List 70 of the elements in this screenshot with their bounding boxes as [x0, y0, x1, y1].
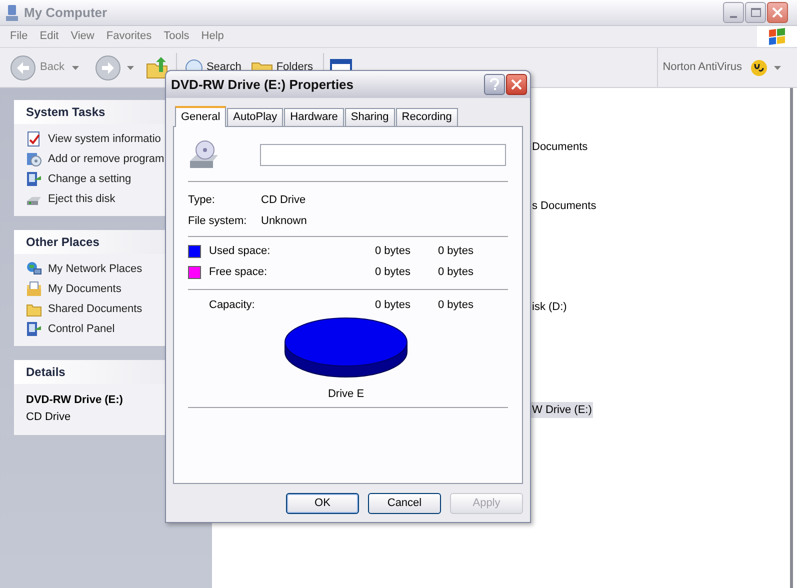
dialog-button[interactable]: OK: [286, 493, 359, 514]
menu-item[interactable]: Favorites: [100, 28, 158, 45]
capacity-label: Capacity:: [209, 298, 256, 313]
dialog-tab[interactable]: General: [175, 106, 226, 127]
menu-item[interactable]: Help: [195, 28, 230, 45]
property-value: Unknown: [261, 214, 307, 229]
menu-item[interactable]: View: [64, 28, 100, 45]
task-link[interactable]: My Documents: [48, 280, 122, 298]
drive-item-label[interactable]: W Drive (E:): [531, 402, 593, 418]
property-value: CD Drive: [261, 192, 306, 208]
drive-caption: Drive E: [328, 387, 364, 402]
property-label: Type:: [188, 192, 216, 208]
norton-badge-icon[interactable]: [750, 58, 768, 76]
help-button[interactable]: [484, 74, 505, 95]
control-panel-icon: [26, 171, 42, 187]
dialog-tab[interactable]: Hardware: [284, 108, 344, 126]
windows-flag-icon: [767, 28, 787, 46]
capacity-bytes: 0 bytes: [375, 298, 412, 313]
control-panel-icon: [26, 321, 42, 337]
space-bytes: 0 bytes: [375, 264, 412, 280]
norton-antivirus-label[interactable]: Norton AntiVirus: [662, 59, 742, 76]
checklist-icon: [26, 131, 42, 147]
close-icon: [772, 7, 783, 18]
computer-icon: [4, 4, 20, 22]
space-label: Free space:: [209, 264, 268, 280]
space-size: 0 bytes: [438, 264, 474, 280]
menu-item[interactable]: Tools: [158, 28, 196, 45]
menu-item[interactable]: Edit: [34, 28, 65, 45]
task-link[interactable]: View system informatio: [48, 130, 161, 148]
dialog-title: DVD-RW Drive (E:) Properties: [171, 76, 354, 94]
dialog-tab[interactable]: Sharing: [344, 108, 395, 126]
task-link[interactable]: Eject this disk: [48, 190, 116, 208]
question-mark-icon: [490, 78, 499, 91]
dropdown-caret-icon[interactable]: [774, 66, 781, 70]
dialog-tab[interactable]: AutoPlay: [227, 108, 284, 126]
task-panel-title: Other Places: [26, 234, 100, 251]
task-link[interactable]: Shared Documents: [48, 300, 142, 318]
folder-up-icon[interactable]: [145, 56, 170, 80]
task-link[interactable]: Add or remove program: [48, 150, 164, 168]
window-title: My Computer: [24, 4, 108, 22]
drive-item-label[interactable]: Documents: [531, 139, 589, 156]
menu-item[interactable]: File: [4, 28, 34, 45]
dialog-button[interactable]: Cancel: [368, 493, 441, 514]
close-button[interactable]: [506, 74, 527, 95]
space-label: Used space:: [209, 244, 272, 259]
task-panel-title: System Tasks: [26, 104, 106, 121]
close-icon: [511, 79, 522, 90]
drive-item-label[interactable]: isk (D:): [531, 299, 568, 316]
property-label: File system:: [188, 214, 248, 229]
maximize-button[interactable]: [745, 2, 766, 23]
globe-computer-icon: [26, 261, 42, 277]
caret-icon[interactable]: [72, 66, 80, 70]
drive-name: DVD-RW Drive (E:): [26, 393, 124, 408]
space-bytes: 0 bytes: [375, 244, 412, 259]
dialog-tab[interactable]: Recording: [396, 108, 458, 126]
drive-type: CD Drive: [26, 410, 72, 424]
drive-item-label[interactable]: s Documents: [531, 198, 598, 214]
cd-drive-icon: [188, 139, 220, 171]
details-title: Details: [26, 364, 66, 381]
task-link[interactable]: Change a setting: [48, 170, 132, 188]
caret-icon[interactable]: [127, 66, 134, 70]
drive-label-field[interactable]: [260, 144, 506, 166]
task-link[interactable]: My Network Places: [48, 260, 142, 278]
cd-box-icon: [26, 151, 42, 167]
space-size: 0 bytes: [438, 244, 474, 259]
minimize-button[interactable]: [723, 2, 744, 23]
task-link[interactable]: Control Panel: [48, 320, 115, 338]
documents-folder-icon: [26, 281, 42, 297]
close-button[interactable]: [767, 2, 788, 23]
capacity-size: 0 bytes: [438, 298, 474, 313]
